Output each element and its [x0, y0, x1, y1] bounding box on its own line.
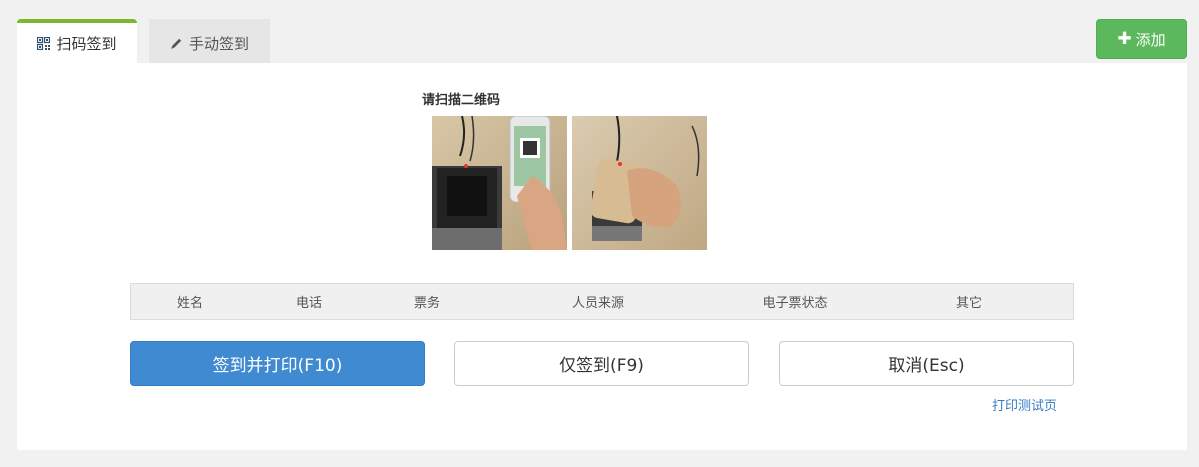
scanner-phone-placed-photo — [572, 116, 707, 250]
column-header-other: 其它 — [955, 296, 983, 311]
tab-manual-signin[interactable]: 手动签到 — [149, 19, 270, 63]
tab-label: 扫码签到 — [56, 34, 117, 53]
column-header-name: 姓名 — [176, 296, 204, 311]
content-panel: 请扫描二维码 姓名 电话 票务 人员来源 电子票状态 其它 签到并打印(F10)… — [17, 63, 1187, 450]
pencil-icon — [170, 37, 183, 50]
tab-scan-signin[interactable]: 扫码签到 — [17, 19, 137, 63]
column-header-phone: 电话 — [295, 296, 323, 311]
cancel-button[interactable]: 取消(Esc) — [779, 341, 1074, 386]
add-button-label: 添加 — [1135, 30, 1166, 49]
column-header-source: 人员来源 — [571, 296, 625, 311]
column-header-ticket: 票务 — [413, 296, 441, 311]
column-header-eticket-status: 电子票状态 — [762, 296, 828, 311]
tab-label: 手动签到 — [188, 34, 249, 53]
qrcode-icon — [37, 36, 51, 50]
plus-icon: ✚ — [1117, 28, 1132, 49]
print-test-page-link[interactable]: 打印测试页 — [992, 395, 1057, 414]
sign-and-print-button[interactable]: 签到并打印(F10) — [130, 341, 425, 386]
scan-title: 请扫描二维码 — [422, 93, 501, 108]
add-button[interactable]: ✚ 添加 — [1096, 19, 1187, 59]
sign-only-button[interactable]: 仅签到(F9) — [454, 341, 749, 386]
attendee-table-header: 姓名 电话 票务 人员来源 电子票状态 其它 — [130, 283, 1074, 320]
scanner-phone-qrcode-photo — [432, 116, 567, 250]
